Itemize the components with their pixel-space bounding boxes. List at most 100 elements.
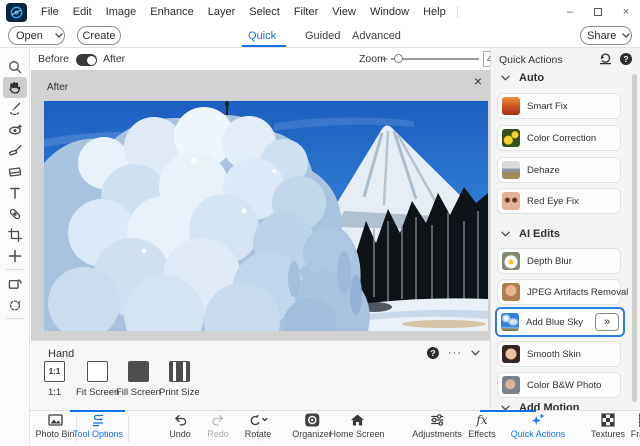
share-button[interactable]: Share (580, 26, 632, 45)
photo-frozen-fountain-mount-fuji[interactable] (44, 101, 488, 331)
fit-screen-button[interactable] (87, 361, 108, 382)
zoom-slider-handle[interactable] (394, 54, 403, 63)
home-screen-label: Home Screen (329, 429, 384, 439)
zoom-1to1-button[interactable]: 1:1 (44, 361, 65, 382)
open-button[interactable]: Open (8, 26, 65, 45)
crop-tool[interactable] (3, 224, 27, 245)
menu-image[interactable]: Image (99, 6, 144, 18)
menu-edit[interactable]: Edit (66, 6, 99, 18)
taskbar-tool-options[interactable]: Tool Options (73, 413, 123, 439)
maximize-button[interactable] (584, 0, 612, 24)
collapse-chevron-icon[interactable] (471, 350, 480, 356)
spot-healing-brush-tool[interactable] (3, 203, 27, 224)
taskbar-organizer[interactable]: Organizer (292, 413, 332, 439)
taskbar-frames[interactable]: Frames (631, 413, 640, 439)
effects-label: Effects (468, 429, 495, 439)
jpeg-artifacts-removal-thumbnail (502, 283, 520, 301)
fill-screen-box (128, 361, 149, 382)
tab-advanced-label: Advanced (352, 30, 401, 42)
rotate-label: Rotate (245, 429, 272, 439)
image-canvas[interactable]: After × (31, 70, 490, 340)
print-size-button[interactable] (169, 361, 190, 382)
color-bw-photo-label: Color B&W Photo (527, 380, 601, 391)
action-red-eye-fix[interactable]: Red Eye Fix (497, 188, 621, 214)
section-auto[interactable]: Auto (501, 72, 544, 84)
more-options-icon[interactable]: ··· (448, 349, 462, 357)
taskbar-home-screen[interactable]: Home Screen (329, 413, 384, 439)
menu-bar: File Edit Image Enhance Layer Select Fil… (34, 6, 458, 18)
menu-window[interactable]: Window (363, 6, 416, 18)
taskbar-photo-bin[interactable]: Photo Bin (35, 413, 74, 439)
before-after-toggle[interactable] (76, 54, 97, 66)
expand-action-button[interactable]: » (595, 313, 619, 331)
home-icon (349, 413, 365, 427)
textures-icon (601, 413, 615, 427)
tab-guided[interactable]: Guided (305, 24, 340, 47)
close-image-icon[interactable]: × (474, 73, 482, 89)
hand-tool[interactable] (3, 77, 27, 98)
type-tool[interactable] (3, 182, 27, 203)
menu-layer[interactable]: Layer (201, 6, 243, 18)
red-eye-fix-label: Red Eye Fix (527, 196, 579, 207)
color-correction-label: Color Correction (527, 133, 596, 144)
photo-transform-tool[interactable] (3, 273, 27, 294)
menu-filter[interactable]: Filter (287, 6, 325, 18)
help-icon[interactable]: ? (427, 347, 439, 359)
smart-fix-thumbnail (502, 97, 520, 115)
zoom-slider-track[interactable] (391, 58, 479, 60)
quick-actions-active-line (480, 410, 536, 412)
move-tool[interactable] (3, 245, 27, 266)
action-add-blue-sky[interactable]: Add Blue Sky » (495, 307, 625, 337)
taskbar-redo[interactable]: Redo (207, 413, 229, 439)
tab-advanced[interactable]: Advanced (352, 24, 401, 47)
menu-help[interactable]: Help (416, 6, 453, 18)
red-eye-removal-tool[interactable] (3, 119, 27, 140)
help-icon[interactable]: ? (620, 53, 632, 65)
taskbar-rotate[interactable]: Rotate (245, 413, 272, 439)
taskbar-undo[interactable]: Undo (169, 413, 191, 439)
dehaze-label: Dehaze (527, 165, 560, 176)
menu-view[interactable]: View (325, 6, 363, 18)
section-add-motion[interactable]: Add Motion (501, 402, 579, 410)
effects-icon: fx (476, 413, 487, 427)
action-dehaze[interactable]: Dehaze (497, 157, 621, 183)
chevron-down-icon[interactable] (50, 33, 68, 38)
create-button[interactable]: Create (77, 26, 121, 45)
action-color-correction[interactable]: Color Correction (497, 125, 621, 151)
action-depth-blur[interactable]: Depth Blur (497, 248, 621, 274)
smart-fix-label: Smart Fix (527, 101, 568, 112)
quick-selection-tool[interactable] (3, 98, 27, 119)
fill-screen-button[interactable] (128, 361, 149, 382)
color-correction-thumbnail (502, 129, 520, 147)
action-color-bw-photo[interactable]: Color B&W Photo (497, 372, 621, 398)
open-button-label: Open (9, 30, 50, 42)
photo-bin-label: Photo Bin (35, 429, 74, 439)
taskbar-adjustments[interactable]: Adjustments (412, 413, 462, 439)
action-jpeg-artifacts-removal[interactable]: JPEG Artifacts Removal (497, 279, 621, 305)
zoom-tool[interactable] (3, 56, 27, 77)
menu-enhance[interactable]: Enhance (143, 6, 200, 18)
close-window-button[interactable]: × (612, 0, 640, 24)
section-ai-edits[interactable]: AI Edits (501, 228, 560, 240)
adjustments-label: Adjustments (412, 429, 462, 439)
zoom-minus-icon[interactable]: − (381, 52, 388, 66)
share-button-label: Share (581, 30, 622, 42)
taskbar-quick-actions[interactable]: Quick Actions (511, 413, 566, 439)
before-label: Before (38, 53, 69, 65)
tab-quick[interactable]: Quick (248, 24, 276, 47)
minimize-button[interactable]: – (556, 0, 584, 24)
straighten-tool[interactable] (3, 161, 27, 182)
taskbar-textures[interactable]: Textures (591, 413, 625, 439)
panel-scrollbar[interactable] (632, 74, 637, 402)
menu-select[interactable]: Select (242, 6, 287, 18)
taskbar-effects[interactable]: fx Effects (468, 413, 495, 439)
reset-icon[interactable] (598, 52, 613, 65)
menu-file[interactable]: File (34, 6, 66, 18)
section-add-motion-label: Add Motion (519, 402, 579, 410)
action-smooth-skin[interactable]: Smooth Skin (497, 341, 621, 367)
action-smart-fix[interactable]: Smart Fix (497, 93, 621, 119)
whiten-teeth-tool[interactable] (3, 140, 27, 161)
print-size-box (169, 361, 190, 382)
rotate-tool[interactable] (3, 294, 27, 315)
depth-blur-label: Depth Blur (527, 256, 572, 267)
